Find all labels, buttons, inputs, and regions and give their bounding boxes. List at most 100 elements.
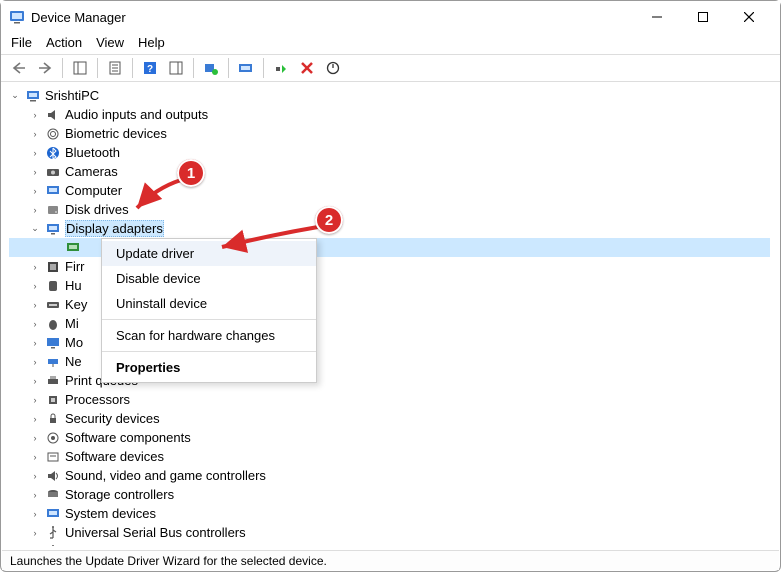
- chevron-right-icon[interactable]: ›: [29, 280, 41, 292]
- action-pane-button[interactable]: [164, 57, 188, 79]
- menu-file[interactable]: File: [11, 35, 32, 50]
- statusbar-text: Launches the Update Driver Wizard for th…: [10, 554, 327, 568]
- software-component-icon: [45, 430, 61, 446]
- tree-node[interactable]: ›Computer: [9, 181, 780, 200]
- chevron-right-icon[interactable]: ›: [29, 356, 41, 368]
- tree-node[interactable]: ›Processors: [9, 390, 780, 409]
- tree-node-label: Disk drives: [65, 202, 129, 217]
- chevron-right-icon[interactable]: ›: [29, 318, 41, 330]
- security-icon: [45, 411, 61, 427]
- chevron-right-icon[interactable]: ›: [29, 147, 41, 159]
- ctx-scan-hardware[interactable]: Scan for hardware changes: [102, 323, 316, 348]
- enable-device-button[interactable]: [269, 57, 293, 79]
- toolbar-separator: [132, 58, 133, 78]
- chevron-right-icon[interactable]: ›: [29, 489, 41, 501]
- chevron-right-icon[interactable]: ›: [29, 185, 41, 197]
- maximize-button[interactable]: [680, 1, 726, 33]
- chevron-right-icon[interactable]: ›: [29, 166, 41, 178]
- properties-button[interactable]: [103, 57, 127, 79]
- blank-twisty: [49, 242, 61, 254]
- chevron-right-icon[interactable]: ›: [29, 508, 41, 520]
- chevron-down-icon[interactable]: ⌄: [29, 223, 41, 235]
- close-button[interactable]: [726, 1, 772, 33]
- chevron-right-icon[interactable]: ›: [29, 337, 41, 349]
- tree-node[interactable]: › Universal Serial Bus devices: [9, 542, 780, 546]
- ctx-disable-device[interactable]: Disable device: [102, 266, 316, 291]
- toolbar-separator: [193, 58, 194, 78]
- chevron-right-icon[interactable]: ›: [29, 261, 41, 273]
- tree-root-node[interactable]: ⌄ SrishtiPC: [9, 86, 780, 105]
- tree-node[interactable]: › Universal Serial Bus controllers: [9, 523, 780, 542]
- chevron-right-icon[interactable]: ›: [29, 394, 41, 406]
- network-icon: [45, 354, 61, 370]
- tree-node[interactable]: › Software devices: [9, 447, 780, 466]
- tree-node[interactable]: › Disk drives: [9, 200, 780, 219]
- chevron-down-icon[interactable]: ⌄: [9, 90, 21, 102]
- menu-view[interactable]: View: [96, 35, 124, 50]
- tree-node-label: Storage controllers: [65, 487, 174, 502]
- tree-node[interactable]: › System devices: [9, 504, 780, 523]
- tree-node-label: Biometric devices: [65, 126, 167, 141]
- tree-node[interactable]: ›Software components: [9, 428, 780, 447]
- usb-icon: [45, 525, 61, 541]
- chevron-right-icon[interactable]: ›: [29, 527, 41, 539]
- chevron-right-icon[interactable]: ›: [29, 413, 41, 425]
- printer-icon: [45, 373, 61, 389]
- bluetooth-icon: [45, 145, 61, 161]
- chevron-right-icon[interactable]: ›: [29, 128, 41, 140]
- menu-help[interactable]: Help: [138, 35, 165, 50]
- tree-node-label: Universal Serial Bus controllers: [65, 525, 246, 540]
- tree-node-label: Universal Serial Bus devices: [65, 544, 230, 546]
- tree-node-label: Cameras: [65, 164, 118, 179]
- chevron-right-icon[interactable]: ›: [29, 470, 41, 482]
- tree-node[interactable]: › Bluetooth: [9, 143, 780, 162]
- tree-node[interactable]: ›Sound, video and game controllers: [9, 466, 780, 485]
- tree-node[interactable]: ›Security devices: [9, 409, 780, 428]
- tree-node-label: Display adapters: [65, 220, 164, 237]
- show-hide-console-tree-button[interactable]: [68, 57, 92, 79]
- disable-device-button[interactable]: [321, 57, 345, 79]
- chevron-right-icon[interactable]: ›: [29, 432, 41, 444]
- annotation-callout-1: 1: [177, 159, 205, 187]
- menu-action[interactable]: Action: [46, 35, 82, 50]
- tree-node-label: Audio inputs and outputs: [65, 107, 208, 122]
- back-button[interactable]: [7, 57, 31, 79]
- tree-node[interactable]: › Audio inputs and outputs: [9, 105, 780, 124]
- chevron-right-icon[interactable]: ›: [29, 299, 41, 311]
- tree-node[interactable]: › Storage controllers: [9, 485, 780, 504]
- update-driver-button[interactable]: [234, 57, 258, 79]
- tree-node-label: Mo: [65, 335, 83, 350]
- context-menu: Update driver Disable device Uninstall d…: [101, 238, 317, 383]
- scan-hardware-button[interactable]: [199, 57, 223, 79]
- statusbar: Launches the Update Driver Wizard for th…: [2, 550, 779, 570]
- software-device-icon: [45, 449, 61, 465]
- fingerprint-icon: [45, 126, 61, 142]
- chevron-right-icon[interactable]: ›: [29, 451, 41, 463]
- hid-icon: [45, 278, 61, 294]
- chevron-right-icon[interactable]: ›: [29, 204, 41, 216]
- usb-device-icon: [45, 544, 61, 547]
- chevron-right-icon[interactable]: ›: [29, 109, 41, 121]
- tree-node-label: Bluetooth: [65, 145, 120, 160]
- tree-node-label: Software devices: [65, 449, 164, 464]
- chevron-right-icon[interactable]: ›: [29, 375, 41, 387]
- tree-root-label: SrishtiPC: [45, 88, 99, 103]
- ctx-uninstall-device[interactable]: Uninstall device: [102, 291, 316, 316]
- uninstall-device-button[interactable]: [295, 57, 319, 79]
- tree-node[interactable]: › Biometric devices: [9, 124, 780, 143]
- window-title: Device Manager: [31, 10, 126, 25]
- toolbar: ?: [1, 54, 780, 82]
- annotation-callout-2: 2: [315, 206, 343, 234]
- ctx-properties[interactable]: Properties: [102, 355, 316, 380]
- tree-node-display-adapters[interactable]: ⌄ Display adapters: [9, 219, 780, 238]
- ctx-update-driver[interactable]: Update driver: [102, 241, 316, 266]
- minimize-button[interactable]: [634, 1, 680, 33]
- tree-node-label: System devices: [65, 506, 156, 521]
- tree-node[interactable]: › Cameras: [9, 162, 780, 181]
- help-button[interactable]: ?: [138, 57, 162, 79]
- tree-node-label: Firr: [65, 259, 85, 274]
- forward-button[interactable]: [33, 57, 57, 79]
- svg-text:?: ?: [147, 64, 153, 75]
- chevron-right-icon[interactable]: ›: [29, 546, 41, 547]
- context-menu-separator: [102, 351, 316, 352]
